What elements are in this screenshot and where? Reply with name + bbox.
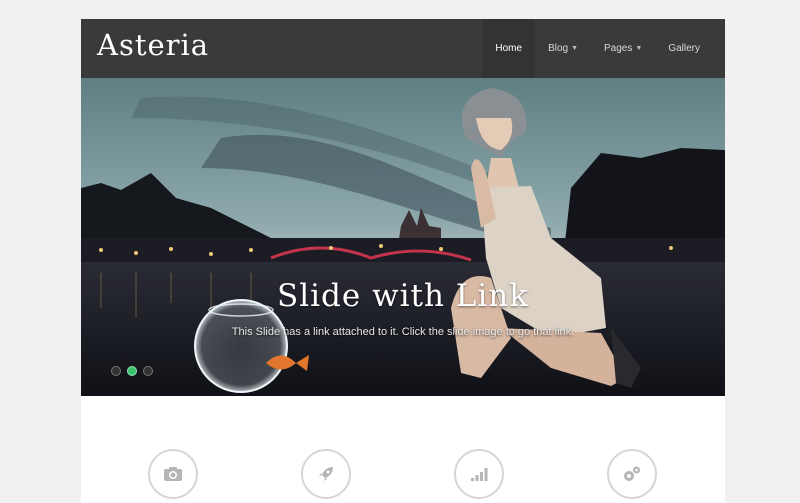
slide-image[interactable] [81,78,725,396]
site-logo[interactable]: Asteria [97,28,209,62]
nav-item-pages[interactable]: Pages ▼ [591,19,655,78]
slide-title[interactable]: Slide with Link [81,278,725,314]
nav-item-gallery[interactable]: Gallery [655,19,713,78]
nav-item-label: Gallery [668,43,700,54]
slider-dot-active[interactable] [127,366,137,376]
camera-icon[interactable] [148,449,198,499]
chevron-down-icon: ▼ [635,45,643,52]
chevron-down-icon: ▼ [571,45,579,52]
nav-item-label: Blog [548,43,569,54]
rocket-icon[interactable] [301,449,351,499]
slider-dot[interactable] [143,366,153,376]
slider-pagination [111,366,153,376]
site-header: Asteria Home Blog ▼ Pages ▼ Gallery [81,19,725,78]
nav-item-home[interactable]: Home [482,19,536,78]
features-section [81,396,725,503]
page-container: Asteria Home Blog ▼ Pages ▼ Gallery Slid… [81,19,725,503]
slide-caption: This Slide has a link attached to it. Cl… [231,326,575,338]
hero-slider[interactable]: Slide with Link This Slide has a link at… [81,78,725,396]
gears-icon[interactable] [607,449,657,499]
nav-item-label: Home [495,43,523,54]
nav-item-label: Pages [604,43,633,54]
signal-bars-icon[interactable] [454,449,504,499]
nav-item-blog[interactable]: Blog ▼ [535,19,591,78]
slider-dot[interactable] [111,366,121,376]
main-nav: Home Blog ▼ Pages ▼ Gallery [482,19,713,78]
